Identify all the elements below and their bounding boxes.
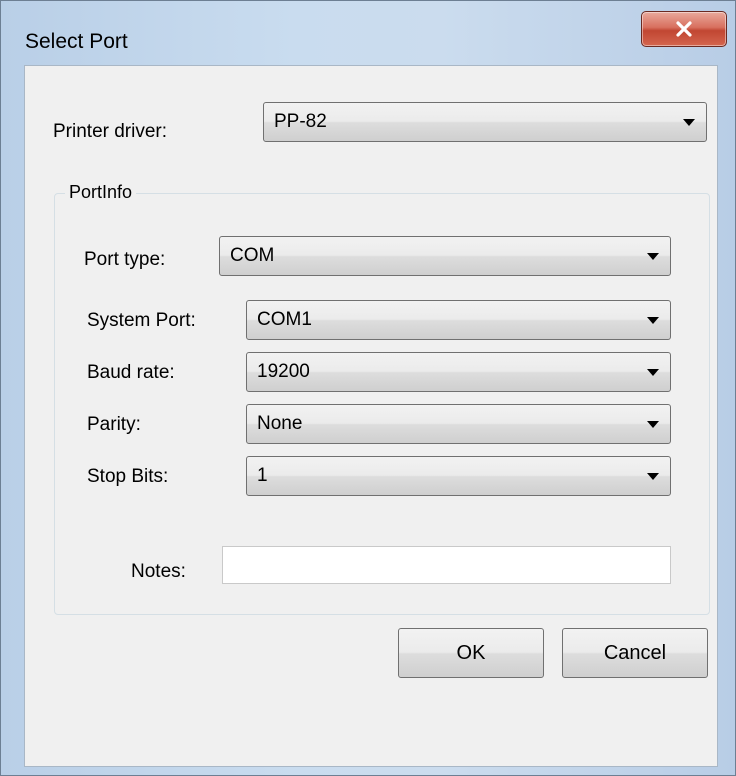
baud-rate-label: Baud rate: [87, 362, 175, 383]
system-port-label: System Port: [87, 310, 196, 331]
printer-driver-label: Printer driver: [53, 121, 168, 142]
title-bar[interactable]: Select Port [1, 1, 735, 71]
port-type-select[interactable]: COM [219, 236, 671, 276]
chevron-down-icon [647, 473, 659, 480]
chevron-down-icon [683, 119, 695, 126]
port-info-group-title: PortInfo [65, 182, 137, 203]
port-info-group: PortInfo Port type: COM System Port: COM… [54, 182, 710, 615]
parity-label: Parity: [87, 414, 141, 435]
parity-select[interactable]: None [246, 404, 671, 444]
close-icon [676, 21, 692, 37]
printer-driver-value: PP-82 [274, 111, 327, 132]
chevron-down-icon [647, 369, 659, 376]
dialog-client-area: Printer driver: PP-82 PortInfo Port type… [24, 65, 718, 767]
select-port-dialog: Select Port Printer driver: PP-82 PortIn… [0, 0, 736, 776]
close-button[interactable] [641, 11, 727, 47]
port-type-label: Port type: [84, 249, 166, 270]
baud-rate-select[interactable]: 19200 [246, 352, 671, 392]
system-port-value: COM1 [257, 309, 312, 330]
notes-label: Notes: [131, 561, 186, 582]
baud-rate-value: 19200 [257, 361, 310, 382]
chevron-down-icon [647, 253, 659, 260]
window-title: Select Port [25, 30, 128, 53]
stop-bits-value: 1 [257, 465, 268, 486]
port-type-value: COM [230, 245, 275, 266]
cancel-button[interactable]: Cancel [562, 628, 708, 678]
parity-value: None [257, 413, 303, 434]
stop-bits-label: Stop Bits: [87, 466, 169, 487]
ok-button[interactable]: OK [398, 628, 544, 678]
chevron-down-icon [647, 421, 659, 428]
chevron-down-icon [647, 317, 659, 324]
system-port-select[interactable]: COM1 [246, 300, 671, 340]
printer-driver-select[interactable]: PP-82 [263, 102, 707, 142]
stop-bits-select[interactable]: 1 [246, 456, 671, 496]
notes-input[interactable] [222, 546, 671, 584]
